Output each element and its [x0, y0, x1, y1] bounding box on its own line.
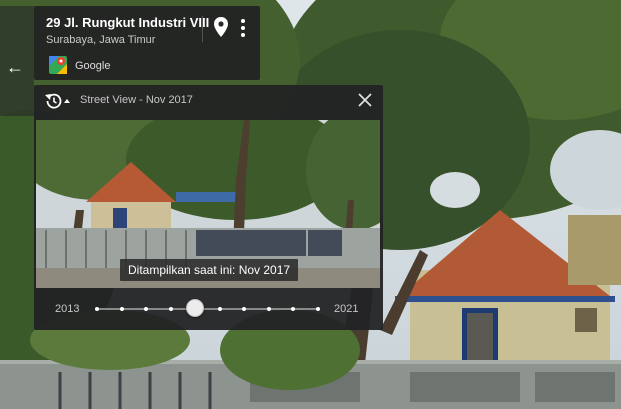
history-icon — [45, 93, 70, 109]
year-slider[interactable]: 2013 2021 — [34, 292, 383, 330]
location-subtitle: Surabaya, Jawa Timur — [46, 34, 156, 46]
year-start-label: 2013 — [55, 303, 80, 315]
slider-tick[interactable] — [95, 307, 99, 311]
close-icon[interactable] — [357, 92, 373, 108]
time-machine-label: Street View - Nov 2017 — [80, 94, 193, 106]
slider-tick[interactable] — [266, 307, 271, 311]
slider-track[interactable] — [95, 299, 320, 317]
back-arrow-icon[interactable]: ← — [6, 57, 24, 77]
google-maps-icon — [49, 56, 67, 74]
location-title: 29 Jl. Rungkut Industri VIII — [46, 15, 210, 30]
slider-tick[interactable] — [242, 307, 247, 311]
historical-preview-image[interactable]: Ditampilkan saat ini: Nov 2017 — [36, 120, 380, 288]
divider — [202, 16, 203, 42]
slider-tick[interactable] — [144, 307, 149, 311]
more-vert-icon[interactable] — [238, 16, 248, 40]
provider-label: Google — [75, 60, 111, 72]
map-pin-icon[interactable] — [212, 16, 230, 38]
address-card: 29 Jl. Rungkut Industri VIII Surabaya, J… — [34, 6, 260, 80]
slider-tick[interactable] — [119, 307, 124, 311]
history-toggle-button[interactable] — [43, 92, 73, 110]
slider-handle[interactable] — [186, 299, 205, 317]
slider-tick[interactable] — [291, 307, 296, 311]
slider-tick[interactable] — [168, 307, 173, 311]
time-machine-panel: Street View - Nov 2017 Ditampilkan saat … — [34, 85, 383, 330]
time-machine-header: Street View - Nov 2017 — [34, 85, 383, 115]
currently-shown-caption: Ditampilkan saat ini: Nov 2017 — [120, 259, 299, 281]
back-strip: ← — [0, 6, 34, 116]
year-end-label: 2021 — [334, 303, 359, 315]
slider-tick[interactable] — [217, 307, 222, 311]
slider-tick[interactable] — [316, 307, 320, 311]
